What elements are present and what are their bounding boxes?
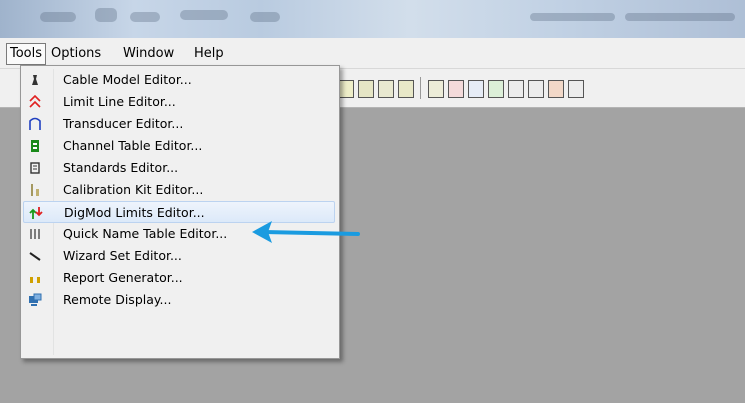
menu-item-label: Calibration Kit Editor... [63,182,204,197]
limit-line-icon [28,94,42,109]
menu-item-label: DigMod Limits Editor... [64,205,205,220]
menu-item-remote-display[interactable]: Remote Display... [23,289,335,311]
toolbar-doc-icon[interactable] [568,80,584,98]
toolbar-doc-icon[interactable] [468,80,484,98]
standards-icon [28,161,42,175]
menu-item-label: Report Generator... [63,270,183,285]
remote-display-icon [28,293,42,307]
menu-item-label: Limit Line Editor... [63,94,176,109]
menu-item-wizard-set-editor[interactable]: Wizard Set Editor... [23,245,335,267]
menu-item-report-generator[interactable]: Report Generator... [23,267,335,289]
menu-item-transducer-editor[interactable]: Transducer Editor... [23,113,335,135]
window-title-bar [0,0,745,38]
toolbar-doc-icon[interactable] [488,80,504,98]
toolbar-doc-icon[interactable] [548,80,564,98]
toolbar-doc-icon[interactable] [378,80,394,98]
menu-item-limit-line-editor[interactable]: Limit Line Editor... [23,91,335,113]
wizard-wand-icon [28,249,42,263]
channel-table-icon [28,139,42,153]
toolbar-doc-icon[interactable] [338,80,354,98]
menu-help[interactable]: Help [191,44,227,64]
toolbar-doc-icon[interactable] [508,80,524,98]
report-generator-icon [28,271,42,285]
toolbar-doc-icon[interactable] [358,80,374,98]
toolbar-separator [420,77,421,99]
menu-item-label: Remote Display... [63,292,172,307]
menu-item-label: Transducer Editor... [63,116,184,131]
menu-window[interactable]: Window [120,44,177,64]
menu-item-calibration-kit-editor[interactable]: Calibration Kit Editor... [23,179,335,201]
annotation-arrow-icon [252,221,360,243]
toolbar-doc-icon[interactable] [428,80,444,98]
toolbar-doc-icon[interactable] [528,80,544,98]
menu-item-cable-model-editor[interactable]: Cable Model Editor... [23,69,335,91]
menu-item-label: Quick Name Table Editor... [63,226,228,241]
transducer-icon [28,117,42,131]
menu-item-channel-table-editor[interactable]: Channel Table Editor... [23,135,335,157]
cable-icon [28,73,42,87]
calibration-kit-icon [28,183,42,197]
menu-item-standards-editor[interactable]: Standards Editor... [23,157,335,179]
menu-item-label: Wizard Set Editor... [63,248,182,263]
menu-options[interactable]: Options [48,44,104,64]
digmod-limits-icon [29,206,43,220]
quick-name-table-icon [28,227,42,241]
tools-dropdown-menu: Cable Model Editor... Limit Line Editor.… [20,65,340,359]
menu-item-label: Channel Table Editor... [63,138,203,153]
menu-item-label: Cable Model Editor... [63,72,192,87]
toolbar-doc-icon[interactable] [398,80,414,98]
menu-item-label: Standards Editor... [63,160,179,175]
menu-tools[interactable]: Tools [6,43,47,65]
toolbar-doc-icon[interactable] [448,80,464,98]
